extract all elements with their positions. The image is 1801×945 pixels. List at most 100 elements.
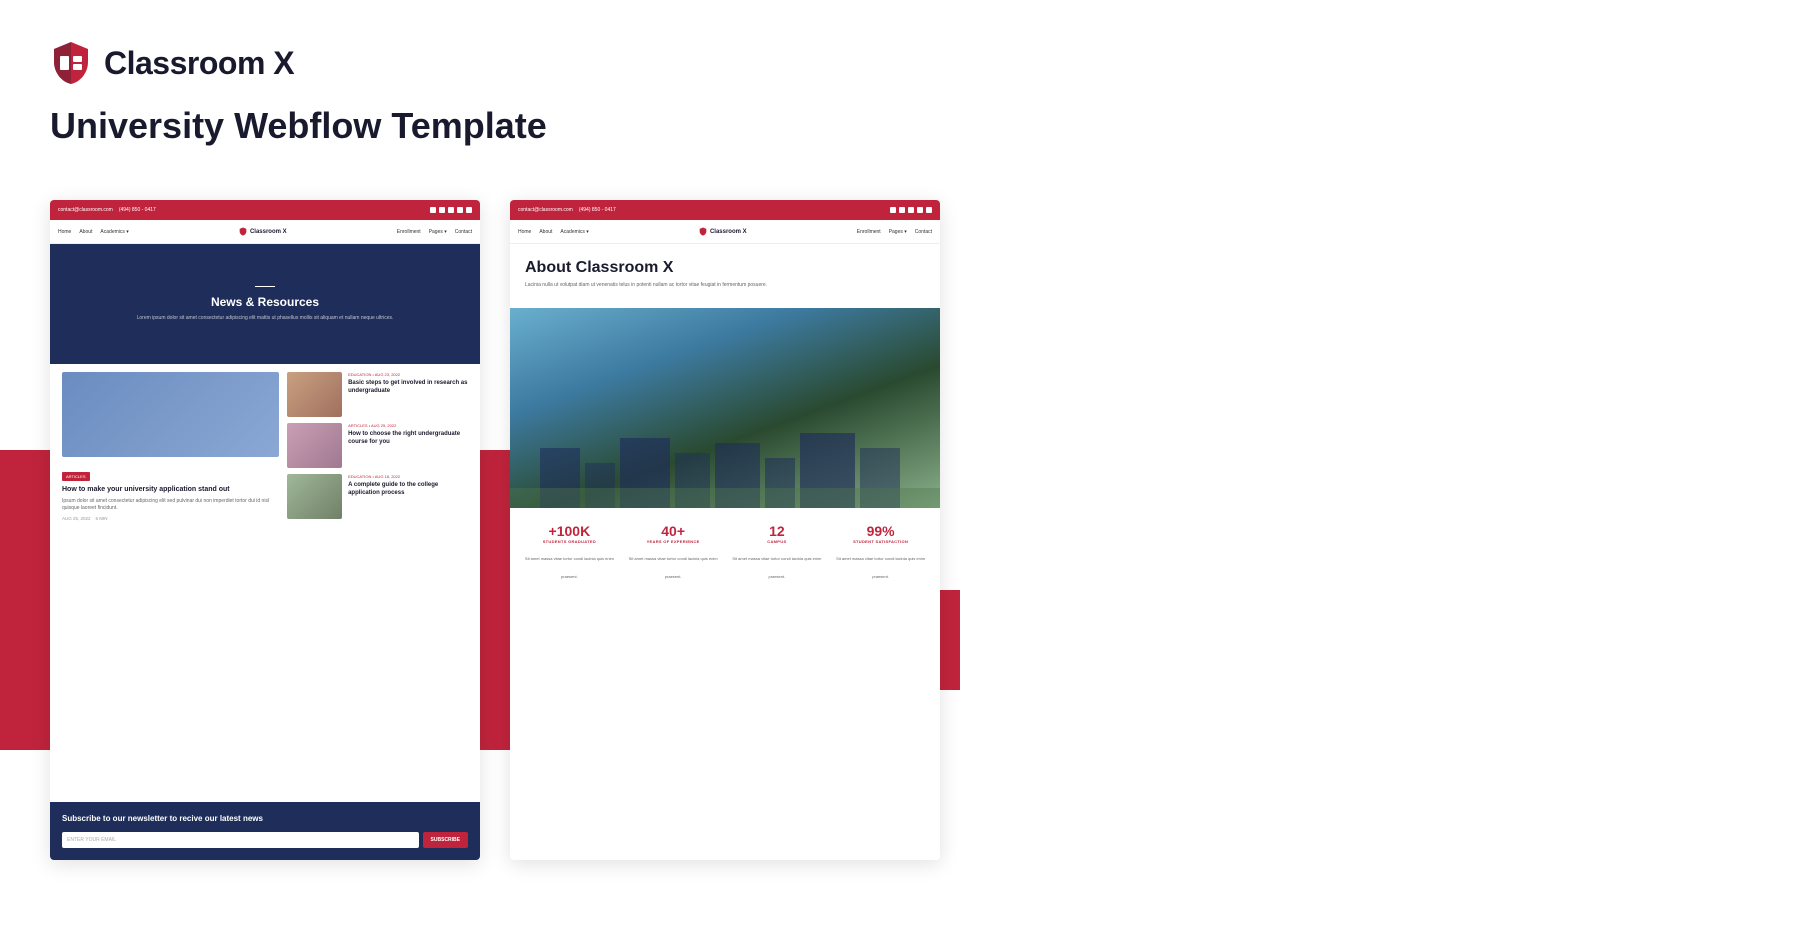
stat-label-0: STUDENTS GRADUATED <box>520 539 619 544</box>
news-featured-date: AUG 25, 2022 <box>62 516 91 521</box>
stat-item-3: 99% STUDENT SATISFACTION Sit amet massa … <box>831 523 930 583</box>
stat-item-0: +100K STUDENTS GRADUATED Sit amet massa … <box>520 523 619 583</box>
news-topbar-left: contact@classroom.com (494) 850 - 0417 <box>58 207 156 213</box>
about-nav-pages: Pages ▾ <box>889 229 907 235</box>
news-nav-academics: Academics ▾ <box>100 229 128 235</box>
brand-logo: Classroom X <box>50 40 547 86</box>
news-nav-about: About <box>79 229 92 235</box>
about-nav-about: About <box>539 229 552 235</box>
news-header-section: News & Resources Lorem ipsum dolor sit a… <box>50 244 480 364</box>
news-nav-right: Enrollment Pages ▾ Contact <box>397 229 472 235</box>
preview-news-card: contact@classroom.com (494) 850 - 0417 H… <box>50 200 480 860</box>
about-mini-brand-name: Classroom X <box>710 229 747 235</box>
news-mini-logo <box>239 227 247 236</box>
about-page-title: About Classroom X <box>525 259 925 282</box>
news-card-container: contact@classroom.com (494) 850 - 0417 H… <box>50 200 480 860</box>
news-featured-tag: ARTICLES <box>62 472 90 481</box>
stat-label-1: YEARS OF EXPERIENCE <box>624 539 723 544</box>
stat-label-2: CAMPUS <box>728 539 827 544</box>
news-mini-brand-name: Classroom X <box>250 229 287 235</box>
news-newsletter-section: Subscribe to our newsletter to recive ou… <box>50 802 480 860</box>
news-page-title: News & Resources <box>211 295 319 309</box>
about-social-5 <box>926 207 932 213</box>
featured-img-laptop <box>62 372 279 457</box>
news-topbar-icons <box>430 207 472 213</box>
about-social-3 <box>908 207 914 213</box>
about-topbar-left: contact@classroom.com (494) 850 - 0417 <box>518 207 616 213</box>
stat-item-2: 12 CAMPUS Sit amet massa vitae tortor co… <box>728 523 827 583</box>
news-list-text-2: EDUCATION • AUG 18, 2022 A complete guid… <box>348 474 468 498</box>
social-icon-4 <box>457 207 463 213</box>
news-newsletter-placeholder: ENTER YOUR EMAIL <box>67 837 116 843</box>
news-header-divider <box>255 286 275 287</box>
news-list-img-0 <box>287 372 342 417</box>
preview-about-card: contact@classroom.com (494) 850 - 0417 H… <box>510 200 940 860</box>
news-featured-title: How to make your university application … <box>62 485 279 494</box>
stat-desc-2: Sit amet massa vitae tortor condi lacini… <box>732 556 821 579</box>
stat-item-1: 40+ YEARS OF EXPERIENCE Sit amet massa v… <box>624 523 723 583</box>
news-list-item-0: EDUCATION • AUG 23, 2022 Basic steps to … <box>287 372 468 417</box>
news-list-title-0: Basic steps to get involved in research … <box>348 380 468 396</box>
news-featured-readtime: 5 MIN <box>96 516 108 521</box>
news-list-category-1: ARTICLES • AUG 25, 2022 <box>348 423 468 428</box>
about-topbar-icons <box>890 207 932 213</box>
shield-icon <box>50 40 92 86</box>
stat-desc-0: Sit amet massa vitae tortor condi lacini… <box>525 556 614 579</box>
about-nav-links: Home About Academics ▾ <box>518 229 589 235</box>
stat-label-3: STUDENT SATISFACTION <box>831 539 930 544</box>
news-list-category-2: EDUCATION • AUG 18, 2022 <box>348 474 468 479</box>
news-page-desc: Lorem ipsum dolor sit amet consectetur a… <box>137 315 394 322</box>
brand-name-text: Classroom X <box>104 45 294 82</box>
news-nav-contact: Contact <box>455 229 472 235</box>
news-newsletter-form: ENTER YOUR EMAIL SUBSCRIBE <box>62 832 468 848</box>
stat-value-1: 40+ <box>624 523 723 539</box>
stat-value-3: 99% <box>831 523 930 539</box>
about-topbar-email: contact@classroom.com <box>518 207 573 213</box>
news-topbar-email: contact@classroom.com <box>58 207 113 213</box>
stat-value-2: 12 <box>728 523 827 539</box>
news-nav-pages: Pages ▾ <box>429 229 447 235</box>
news-newsletter-button: SUBSCRIBE <box>423 832 468 848</box>
news-topbar-phone: (494) 850 - 0417 <box>119 207 156 213</box>
news-featured-col: ARTICLES How to make your university app… <box>62 372 279 521</box>
news-list-category-0: EDUCATION • AUG 23, 2022 <box>348 372 468 377</box>
news-newsletter-title: Subscribe to our newsletter to recive ou… <box>62 814 468 824</box>
about-topbar-phone: (494) 850 - 0417 <box>579 207 616 213</box>
news-mini-brand: Classroom X <box>239 227 287 236</box>
about-mini-brand: Classroom X <box>699 227 747 236</box>
building-silhouette-svg <box>510 428 940 508</box>
news-list-item-1: ARTICLES • AUG 25, 2022 How to choose th… <box>287 423 468 468</box>
news-articles-area: ARTICLES How to make your university app… <box>50 372 480 521</box>
news-list-col: EDUCATION • AUG 23, 2022 Basic steps to … <box>287 372 468 521</box>
news-featured-desc: Ipsum dolor sit amet consectetur adipisc… <box>62 498 279 512</box>
news-nav-home: Home <box>58 229 71 235</box>
social-icon-2 <box>439 207 445 213</box>
news-list-text-1: ARTICLES • AUG 25, 2022 How to choose th… <box>348 423 468 447</box>
about-social-4 <box>917 207 923 213</box>
about-topbar: contact@classroom.com (494) 850 - 0417 <box>510 200 940 220</box>
news-list-img-1 <box>287 423 342 468</box>
about-page-desc: Lacinia nulla ut volutpat diam ut venena… <box>525 282 925 300</box>
news-featured-image <box>62 372 279 457</box>
news-topbar: contact@classroom.com (494) 850 - 0417 <box>50 200 480 220</box>
about-nav-right: Enrollment Pages ▾ Contact <box>857 229 932 235</box>
about-stats-row: +100K STUDENTS GRADUATED Sit amet massa … <box>510 508 940 598</box>
about-card-container: contact@classroom.com (494) 850 - 0417 H… <box>510 200 940 860</box>
about-content-header: About Classroom X Lacinia nulla ut volut… <box>510 244 940 308</box>
about-navbar: Home About Academics ▾ Classroom X Enrol… <box>510 220 940 244</box>
stat-desc-1: Sit amet massa vitae tortor condi lacini… <box>629 556 718 579</box>
news-navbar: Home About Academics ▾ Classroom X Enrol… <box>50 220 480 244</box>
about-nav-academics: Academics ▾ <box>560 229 588 235</box>
social-icon-5 <box>466 207 472 213</box>
about-nav-enrollment: Enrollment <box>857 229 881 235</box>
about-nav-contact: Contact <box>915 229 932 235</box>
about-nav-home: Home <box>518 229 531 235</box>
tagline-text: University Webflow Template <box>50 104 547 147</box>
social-icon-1 <box>430 207 436 213</box>
stat-desc-3: Sit amet massa vitae tortor condi lacini… <box>836 556 925 579</box>
news-list-title-1: How to choose the right undergraduate co… <box>348 431 468 447</box>
header-block: Classroom X University Webflow Template <box>50 40 547 147</box>
news-list-img-2 <box>287 474 342 519</box>
about-social-2 <box>899 207 905 213</box>
news-list-item-2: EDUCATION • AUG 18, 2022 A complete guid… <box>287 474 468 519</box>
